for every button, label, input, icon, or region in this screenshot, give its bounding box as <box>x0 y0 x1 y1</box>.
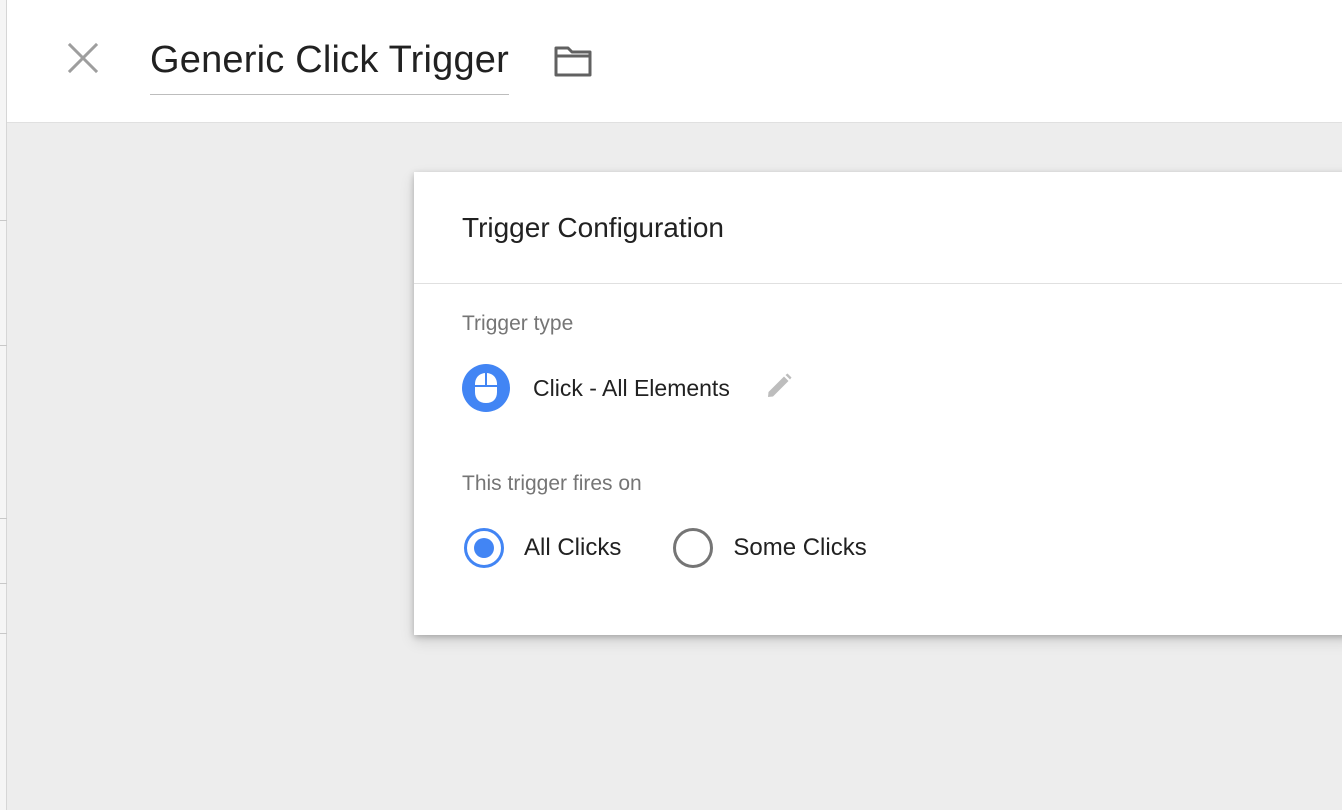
trigger-configuration-card: Trigger Configuration Trigger type Click… <box>414 172 1342 635</box>
radio-label: All Clicks <box>524 534 622 561</box>
trigger-type-name: Click - All Elements <box>533 374 730 401</box>
card-header: Trigger Configuration <box>414 172 1342 284</box>
trigger-type-label: Trigger type <box>462 312 574 335</box>
edit-trigger-type-button[interactable] <box>763 372 795 404</box>
fires-on-radio-group: All Clicks Some Clicks <box>464 527 867 569</box>
close-button[interactable] <box>63 40 103 80</box>
close-icon <box>67 42 99 79</box>
trigger-type-selector[interactable]: Click - All Elements <box>462 364 795 412</box>
left-edge-panel <box>0 0 7 810</box>
card-title: Trigger Configuration <box>462 211 724 243</box>
radio-all-clicks[interactable]: All Clicks <box>464 528 621 568</box>
page-title: Generic Click Trigger <box>150 39 509 81</box>
radio-some-clicks[interactable]: Some Clicks <box>673 528 867 568</box>
folder-icon <box>553 44 593 83</box>
folder-button[interactable] <box>551 43 595 83</box>
mouse-icon <box>462 364 510 412</box>
radio-button-checked[interactable] <box>464 528 504 568</box>
fires-on-label: This trigger fires on <box>462 472 642 495</box>
editor-header: Generic Click Trigger <box>7 0 1342 123</box>
radio-button-unchecked[interactable] <box>673 528 714 568</box>
pencil-icon <box>766 373 792 404</box>
radio-label: Some Clicks <box>733 534 867 561</box>
trigger-name-field[interactable]: Generic Click Trigger <box>150 36 509 95</box>
